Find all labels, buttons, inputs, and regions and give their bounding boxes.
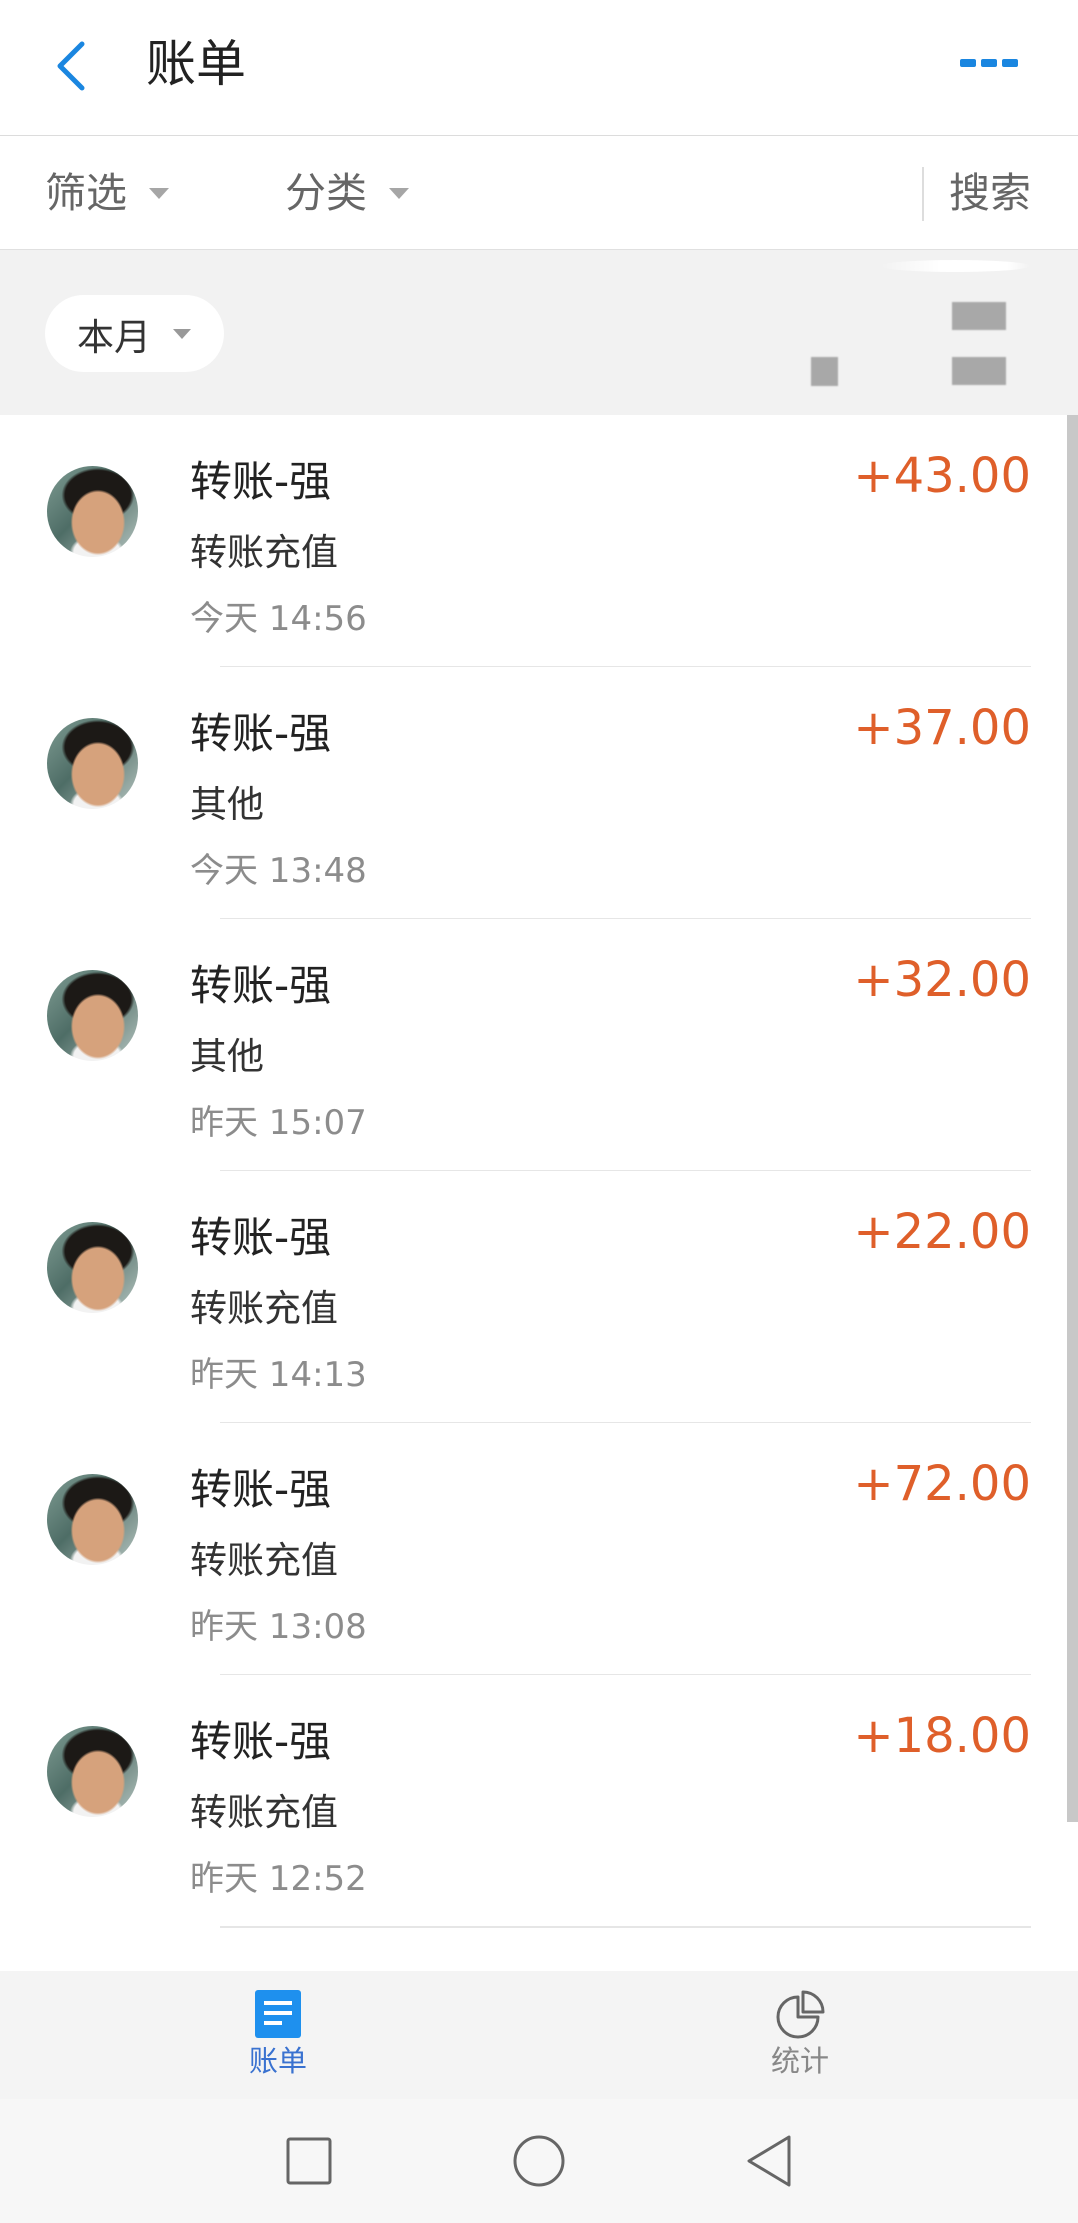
redacted-block xyxy=(880,260,1030,272)
avatar xyxy=(47,466,138,557)
avatar xyxy=(47,1222,138,1313)
transaction-time: 昨天 14:13 xyxy=(190,1355,367,1395)
transaction-row[interactable]: 转账-强 +43.00 转账充值 今天 14:56 xyxy=(0,415,1078,668)
divider xyxy=(922,167,924,221)
caret-down-icon xyxy=(389,187,409,199)
transaction-note: 其他 xyxy=(190,1035,264,1078)
chevron-left-icon xyxy=(57,41,85,91)
redacted-block xyxy=(952,357,1006,385)
transaction-amount: +32.00 xyxy=(853,952,1031,1008)
transaction-row[interactable]: 转账-强 +22.00 转账充值 昨天 14:13 xyxy=(0,1171,1078,1424)
transaction-time: 今天 14:56 xyxy=(190,599,367,639)
category-dropdown[interactable]: 分类 xyxy=(285,168,409,218)
transaction-note: 转账充值 xyxy=(190,1539,338,1582)
pie-chart-icon xyxy=(776,1990,825,2039)
transaction-note: 转账充值 xyxy=(190,1791,338,1834)
more-button[interactable] xyxy=(956,48,1022,78)
redacted-block xyxy=(952,302,1006,330)
tab-bills[interactable]: 账单 xyxy=(178,1971,378,2099)
back-nav-button[interactable] xyxy=(737,2129,801,2193)
avatar xyxy=(47,970,138,1061)
transaction-time: 今天 13:48 xyxy=(190,851,367,891)
scrollbar[interactable] xyxy=(1067,415,1078,1822)
bottom-tab-bar: 账单 统计 xyxy=(0,1971,1078,2099)
tab-bills-label: 账单 xyxy=(248,2044,307,2078)
period-selector[interactable]: 本月 xyxy=(45,295,224,372)
transaction-name: 转账-强 xyxy=(190,961,332,1010)
transaction-row[interactable]: 转账-强 +32.00 其他 昨天 15:07 xyxy=(0,919,1078,1172)
transaction-name: 转账-强 xyxy=(190,709,332,758)
tab-statistics[interactable]: 统计 xyxy=(700,1971,900,2099)
top-bar: 账单 xyxy=(0,0,1078,136)
transaction-amount: +37.00 xyxy=(853,700,1031,756)
transaction-row[interactable]: 转账-强 +18.00 转账充值 昨天 12:52 xyxy=(0,1675,1078,1928)
redacted-block xyxy=(811,357,838,386)
caret-down-icon xyxy=(149,187,169,199)
filter-label: 筛选 xyxy=(45,169,127,217)
filter-dropdown[interactable]: 筛选 xyxy=(45,168,169,218)
system-nav-bar xyxy=(0,2099,1078,2223)
back-button[interactable] xyxy=(46,34,96,96)
period-header: 本月 xyxy=(0,250,1078,415)
transaction-name: 转账-强 xyxy=(190,457,332,506)
transaction-name: 转账-强 xyxy=(190,1717,332,1766)
transaction-amount: +72.00 xyxy=(853,1456,1031,1512)
transaction-amount: +43.00 xyxy=(853,448,1031,504)
circle-icon xyxy=(513,2135,565,2187)
avatar xyxy=(47,1474,138,1565)
transaction-row[interactable]: 转账-强 +37.00 其他 今天 13:48 xyxy=(0,667,1078,920)
tab-statistics-label: 统计 xyxy=(770,2044,829,2078)
period-label: 本月 xyxy=(77,315,151,359)
search-button[interactable]: 搜索 xyxy=(949,168,1031,218)
recent-apps-button[interactable] xyxy=(277,2129,341,2193)
category-label: 分类 xyxy=(285,169,367,217)
bill-list-icon xyxy=(255,1990,301,2038)
transaction-row[interactable]: 转账-强 +72.00 转账充值 昨天 13:08 xyxy=(0,1423,1078,1676)
transaction-note: 转账充值 xyxy=(190,1287,338,1330)
transaction-time: 昨天 13:08 xyxy=(190,1607,367,1647)
avatar xyxy=(47,718,138,809)
transaction-amount: +18.00 xyxy=(853,1708,1031,1764)
bill-screen: 账单 筛选 分类 搜索 本月 转账-强 +43.00 转账充值 今天 14:56… xyxy=(0,0,1078,2223)
page-title: 账单 xyxy=(146,35,246,93)
triangle-back-icon xyxy=(747,2135,791,2187)
transaction-time: 昨天 15:07 xyxy=(190,1103,367,1143)
more-icon xyxy=(960,59,1018,67)
avatar xyxy=(47,1726,138,1817)
home-button[interactable] xyxy=(507,2129,571,2193)
transaction-time: 昨天 12:52 xyxy=(190,1859,367,1899)
transaction-note: 转账充值 xyxy=(190,531,338,574)
search-label: 搜索 xyxy=(949,169,1031,217)
transaction-name: 转账-强 xyxy=(190,1213,332,1262)
transaction-note: 其他 xyxy=(190,783,264,826)
transaction-name: 转账-强 xyxy=(190,1465,332,1514)
square-icon xyxy=(286,2137,332,2185)
caret-down-icon xyxy=(173,328,191,339)
filter-bar: 筛选 分类 搜索 xyxy=(0,136,1078,250)
transaction-amount: +22.00 xyxy=(853,1204,1031,1260)
row-divider xyxy=(220,1926,1031,1928)
